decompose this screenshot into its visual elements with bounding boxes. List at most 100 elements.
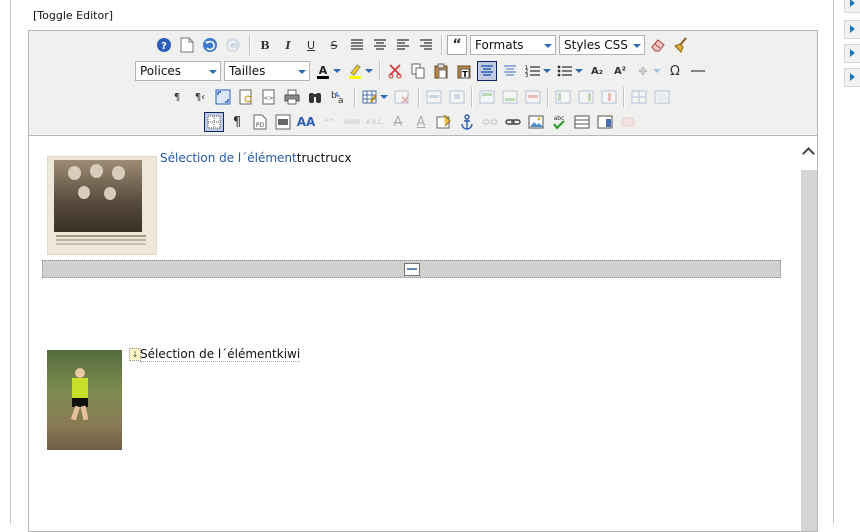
triangle-right-icon: [850, 73, 855, 81]
paste-text-button[interactable]: T: [454, 61, 474, 81]
underline-button[interactable]: U: [301, 35, 321, 55]
blockquote-button[interactable]: “: [447, 35, 467, 55]
insert-media-button[interactable]: [273, 112, 293, 132]
side-expand-button[interactable]: [844, 44, 860, 63]
delete-table-button[interactable]: [392, 87, 412, 107]
acronym-button[interactable]: A.B.C.: [365, 112, 385, 132]
delete-row-button[interactable]: [523, 87, 543, 107]
triangle-right-icon: [850, 49, 855, 57]
visual-chars-button[interactable]: ¶: [227, 112, 247, 132]
anchor-button[interactable]: [457, 112, 477, 132]
split-cells-button[interactable]: [629, 87, 649, 107]
page-break[interactable]: [42, 260, 781, 278]
move-forward-button[interactable]: [618, 112, 638, 132]
select-all-button[interactable]: [500, 61, 520, 81]
formats-select[interactable]: Formats: [470, 35, 556, 55]
align-center-button[interactable]: [370, 35, 390, 55]
del-button[interactable]: A: [388, 112, 408, 132]
special-character-button[interactable]: Ω: [665, 61, 685, 81]
superscript-button[interactable]: A²: [610, 61, 630, 81]
ins-button[interactable]: A: [411, 112, 431, 132]
page-break-icon: [404, 263, 420, 276]
attributes-button[interactable]: [434, 112, 454, 132]
delete-col-button[interactable]: [599, 87, 619, 107]
toggle-editor-link[interactable]: [Toggle Editor]: [33, 9, 113, 22]
spellcheck-button[interactable]: abc: [549, 112, 569, 132]
charmap-dropdown[interactable]: [651, 61, 663, 81]
font-size-select[interactable]: Tailles: [224, 61, 310, 81]
new-document-button[interactable]: [177, 35, 197, 55]
italic-button[interactable]: I: [278, 35, 298, 55]
styles-css-select[interactable]: Styles CSS: [559, 35, 645, 55]
cleanup-button[interactable]: [671, 35, 691, 55]
align-left-button[interactable]: [393, 35, 413, 55]
preview-button[interactable]: [236, 87, 256, 107]
insert-flash-button[interactable]: PD: [250, 112, 270, 132]
col-before-button[interactable]: [553, 87, 573, 107]
table-cell-props-button[interactable]: [447, 87, 467, 107]
runner-photo-image[interactable]: [47, 350, 122, 450]
justify-full-button[interactable]: [347, 35, 367, 55]
cite-button[interactable]: “”: [319, 112, 339, 132]
replace-icon: ba: [331, 91, 344, 105]
rtl-button[interactable]: ¶‹: [190, 87, 210, 107]
media-icon: [275, 114, 291, 130]
table-row-props-button[interactable]: [424, 87, 444, 107]
print-button[interactable]: [282, 87, 302, 107]
font-color-button[interactable]: A: [313, 61, 333, 81]
visual-aid-button[interactable]: [204, 112, 224, 132]
strikethrough-button[interactable]: S: [324, 35, 344, 55]
svg-text:<>: <>: [263, 95, 273, 102]
style-props-button[interactable]: AA: [296, 112, 316, 132]
font-family-select[interactable]: Polices: [135, 61, 221, 81]
subscript-button[interactable]: A₂: [587, 61, 607, 81]
align-right-icon: [420, 39, 432, 50]
ltr-button[interactable]: ¶: [167, 87, 187, 107]
side-expand-button[interactable]: [844, 0, 860, 13]
ordered-list-dropdown[interactable]: [541, 61, 553, 81]
col-after-button[interactable]: [576, 87, 596, 107]
toolbar-separator: [441, 35, 443, 55]
side-expand-button[interactable]: [844, 68, 860, 87]
preview-icon: [239, 89, 252, 105]
remove-format-button[interactable]: [648, 35, 668, 55]
horizontal-rule-button[interactable]: [688, 61, 708, 81]
cut-button[interactable]: [385, 61, 405, 81]
replace-button[interactable]: ba: [328, 87, 348, 107]
insert-table-button[interactable]: [360, 87, 380, 107]
paste-button[interactable]: [431, 61, 451, 81]
row-before-button[interactable]: [477, 87, 497, 107]
code-button[interactable]: <>: [259, 87, 279, 107]
ordered-list-button[interactable]: 123: [523, 61, 543, 81]
help-button[interactable]: ?: [154, 35, 174, 55]
bullet-list-button[interactable]: [555, 61, 575, 81]
search-button[interactable]: [305, 87, 325, 107]
layer-button[interactable]: [595, 112, 615, 132]
bold-button[interactable]: B: [255, 35, 275, 55]
insert-image-button[interactable]: [526, 112, 546, 132]
background-color-dropdown[interactable]: [363, 61, 375, 81]
char-map-button[interactable]: ✤: [633, 61, 653, 81]
paste-word-button[interactable]: [477, 61, 497, 81]
merge-cells-button[interactable]: [652, 87, 672, 107]
link-button[interactable]: [503, 112, 523, 132]
template-button[interactable]: [572, 112, 592, 132]
fullscreen-button[interactable]: [213, 87, 233, 107]
scroll-up-arrow-icon[interactable]: [801, 136, 817, 170]
editor-content-area[interactable]: Sélection de l´élémenttructrucx ↓ Sélect…: [29, 136, 801, 531]
redo-button[interactable]: [223, 35, 243, 55]
unlink-button[interactable]: [480, 112, 500, 132]
undo-button[interactable]: [200, 35, 220, 55]
side-expand-button[interactable]: [844, 20, 860, 39]
background-color-button[interactable]: [345, 61, 365, 81]
group-photo-image[interactable]: [47, 156, 157, 255]
align-right-button[interactable]: [416, 35, 436, 55]
row-after-button[interactable]: [500, 87, 520, 107]
copy-button[interactable]: [408, 61, 428, 81]
abbr-button[interactable]: ABBR: [342, 112, 362, 132]
font-color-dropdown[interactable]: [331, 61, 343, 81]
element-selection-link[interactable]: Sélection de l´élément: [160, 151, 297, 165]
table-dropdown[interactable]: [378, 87, 390, 107]
bullet-list-dropdown[interactable]: [573, 61, 585, 81]
editor-scrollbar[interactable]: [801, 136, 817, 531]
